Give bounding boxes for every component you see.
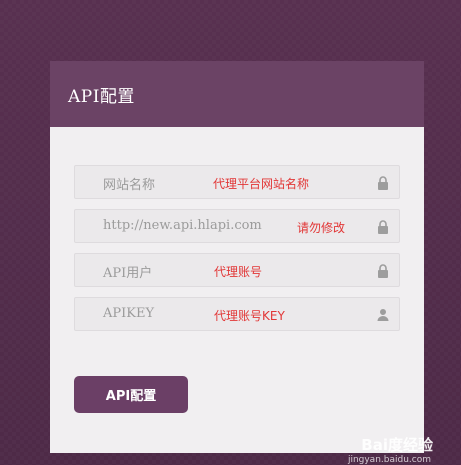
api-key-field[interactable]: APIKEY 代理账号KEY <box>74 297 400 331</box>
lock-icon <box>378 220 388 234</box>
api-url-field[interactable]: http://new.api.hlapi.com 请勿修改 <box>74 209 400 243</box>
page-title: API配置 <box>68 86 135 107</box>
baidu-watermark-url: jingyan.baidu.com <box>347 455 431 465</box>
lock-icon <box>378 176 388 190</box>
baidu-watermark: Bai度经验 <box>361 436 433 454</box>
api-user-placeholder: API用户 <box>103 266 153 281</box>
api-config-button[interactable]: API配置 <box>74 376 188 413</box>
user-icon <box>377 309 389 321</box>
site-name-placeholder: 网站名称 <box>103 178 156 193</box>
api-config-card: API配置 网站名称 代理平台网站名称 http://new.api.hlapi… <box>50 61 424 453</box>
api-user-field[interactable]: API用户 代理账号 <box>74 253 400 287</box>
site-name-note: 代理平台网站名称 <box>213 177 310 191</box>
api-key-placeholder: APIKEY <box>103 306 155 321</box>
lock-icon <box>378 264 388 278</box>
api-url-placeholder: http://new.api.hlapi.com <box>103 218 262 233</box>
card-header: API配置 <box>50 61 424 127</box>
site-name-field[interactable]: 网站名称 代理平台网站名称 <box>74 165 400 199</box>
api-user-note: 代理账号 <box>214 265 263 279</box>
api-url-note: 请勿修改 <box>297 221 346 235</box>
api-key-note: 代理账号KEY <box>214 309 285 323</box>
